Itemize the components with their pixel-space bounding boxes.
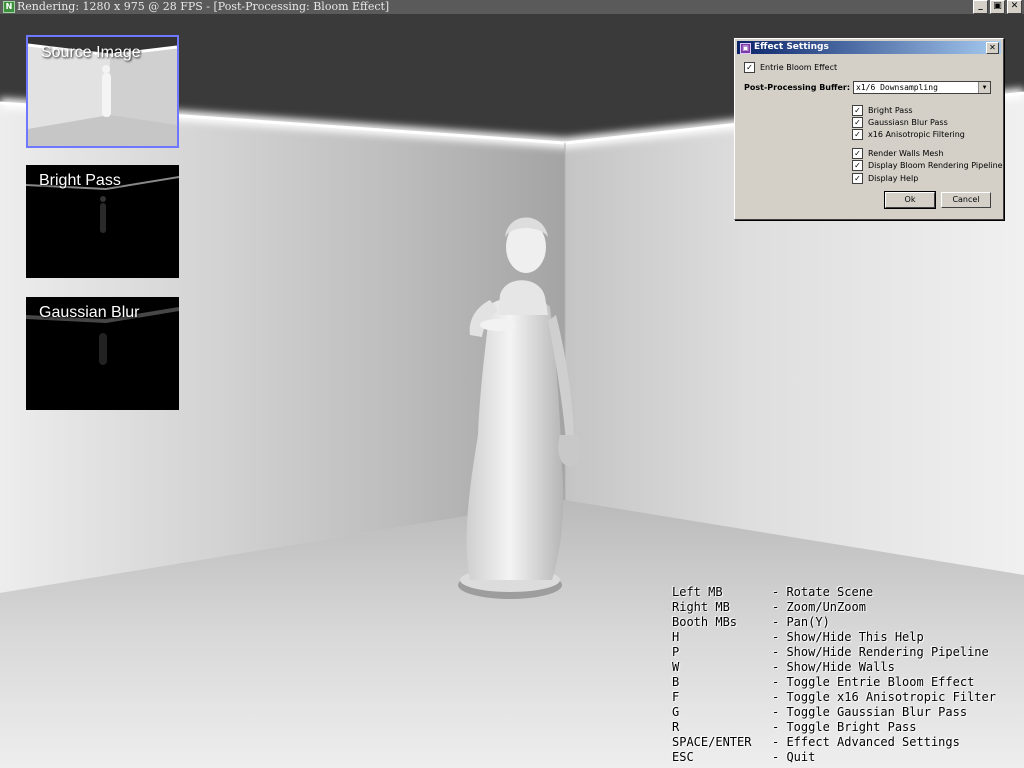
help-key: Booth MBs xyxy=(672,615,738,629)
gaussian-blur-label: Gaussian Blur xyxy=(39,304,140,321)
help-key: Left MB xyxy=(672,585,723,599)
help-desc: - Effect Advanced Settings xyxy=(772,735,960,749)
option-row[interactable]: ✓ x16 Anisotropic Filtering xyxy=(852,129,965,140)
maximize-button[interactable]: ▣ xyxy=(990,0,1005,14)
option-label: Display Bloom Rendering Pipeline xyxy=(868,161,1003,170)
buffer-select-value: x1/6 Downsampling xyxy=(856,83,938,92)
option-label: x16 Anisotropic Filtering xyxy=(868,130,965,139)
window-title: Rendering: 1280 x 975 @ 28 FPS - [Post-P… xyxy=(17,0,390,13)
enable-bloom-label: Entrie Bloom Effect xyxy=(760,63,838,72)
help-row: Booth MBs - Pan(Y) xyxy=(672,615,996,630)
help-desc: - Quit xyxy=(772,750,816,764)
help-row: Right MB - Zoom/UnZoom xyxy=(672,600,996,615)
help-key: F xyxy=(672,690,680,704)
dialog-title: Effect Settings xyxy=(754,42,829,52)
option-label: Render Walls Mesh xyxy=(868,149,944,158)
help-desc: - Toggle x16 Anisotropic Filter xyxy=(772,690,996,704)
source-image-label: Source Image xyxy=(41,44,141,61)
chevron-down-icon[interactable]: ▼ xyxy=(978,82,990,93)
help-row: H - Show/Hide This Help xyxy=(672,630,996,645)
render-walls-checkbox[interactable]: ✓ xyxy=(852,148,863,159)
bright-pass-label: Bright Pass xyxy=(39,172,121,189)
anisotropic-filter-checkbox[interactable]: ✓ xyxy=(852,129,863,140)
help-row: B - Toggle Entrie Bloom Effect xyxy=(672,675,996,690)
help-row: SPACE/ENTER - Effect Advanced Settings xyxy=(672,735,996,750)
help-row: W - Show/Hide Walls xyxy=(672,660,996,675)
dialog-app-icon: ▣ xyxy=(740,43,751,54)
app-icon: N xyxy=(3,1,15,13)
buffer-label: Post-Processing Buffer: xyxy=(744,83,851,92)
help-desc: - Pan(Y) xyxy=(772,615,830,629)
option-row[interactable]: ✓ Bright Pass xyxy=(852,105,913,116)
cancel-button[interactable]: Cancel xyxy=(941,192,991,208)
pipeline-source-thumbnail: Source Image xyxy=(26,35,179,148)
help-key: Right MB xyxy=(672,600,730,614)
window-title-bar[interactable]: N Rendering: 1280 x 975 @ 28 FPS - [Post… xyxy=(0,0,1024,15)
option-row[interactable]: ✓ Display Help xyxy=(852,173,918,184)
help-key: H xyxy=(672,630,680,644)
help-row: R - Toggle Bright Pass xyxy=(672,720,996,735)
help-key: ESC xyxy=(672,750,694,764)
help-row: P - Show/Hide Rendering Pipeline xyxy=(672,645,996,660)
effect-settings-dialog: ▣ Effect Settings ✕ ✓ Entrie Bloom Effect… xyxy=(734,38,1004,220)
window-controls: _ ▣ ✕ xyxy=(973,0,1022,14)
help-desc: - Show/Hide Rendering Pipeline xyxy=(772,645,989,659)
help-row: Left MB - Rotate Scene xyxy=(672,585,996,600)
help-key: P xyxy=(672,645,680,659)
help-key: B xyxy=(672,675,680,689)
option-row[interactable]: ✓ Display Bloom Rendering Pipeline xyxy=(852,160,1003,171)
pipeline-gaussian-blur-thumbnail: Gaussian Blur xyxy=(26,297,179,410)
help-desc: - Toggle Bright Pass xyxy=(772,720,917,734)
minimize-button[interactable]: _ xyxy=(973,0,988,14)
help-row: F - Toggle x16 Anisotropic Filter xyxy=(672,690,996,705)
help-desc: - Toggle Entrie Bloom Effect xyxy=(772,675,975,689)
help-key: R xyxy=(672,720,680,734)
help-overlay: Left MB - Rotate Scene Right MB - Zoom/UnZ… xyxy=(672,585,996,765)
option-label: Display Help xyxy=(868,174,919,183)
option-row[interactable]: ✓ Gaussiasn Blur Pass xyxy=(852,117,948,128)
ok-button[interactable]: Ok xyxy=(884,191,936,209)
help-desc: - Zoom/UnZoom xyxy=(772,600,866,614)
help-row: G - Toggle Gaussian Blur Pass xyxy=(672,705,996,720)
dialog-title-bar[interactable]: ▣ Effect Settings ✕ xyxy=(737,41,1001,54)
gaussian-blur-checkbox[interactable]: ✓ xyxy=(852,117,863,128)
bright-pass-checkbox[interactable]: ✓ xyxy=(852,105,863,116)
option-label: Bright Pass xyxy=(868,106,913,115)
option-row[interactable]: ✓ Render Walls Mesh xyxy=(852,148,944,159)
enable-bloom-checkbox[interactable]: ✓ xyxy=(744,62,755,73)
pipeline-bright-pass-thumbnail: Bright Pass xyxy=(26,165,179,278)
enable-bloom-checkbox-row[interactable]: ✓ Entrie Bloom Effect xyxy=(744,62,837,73)
help-desc: - Show/Hide Walls xyxy=(772,660,895,674)
help-desc: - Toggle Gaussian Blur Pass xyxy=(772,705,968,719)
help-desc: - Show/Hide This Help xyxy=(772,630,924,644)
help-key: G xyxy=(672,705,680,719)
display-pipeline-checkbox[interactable]: ✓ xyxy=(852,160,863,171)
option-label: Gaussiasn Blur Pass xyxy=(868,118,948,127)
help-desc: - Rotate Scene xyxy=(772,585,874,599)
dialog-close-button[interactable]: ✕ xyxy=(986,42,999,54)
buffer-select[interactable]: x1/6 Downsampling ▼ xyxy=(853,81,991,94)
help-key: W xyxy=(672,660,680,674)
help-key: SPACE/ENTER xyxy=(672,735,752,749)
close-button[interactable]: ✕ xyxy=(1007,0,1022,14)
help-row: ESC - Quit xyxy=(672,750,996,765)
display-help-checkbox[interactable]: ✓ xyxy=(852,173,863,184)
